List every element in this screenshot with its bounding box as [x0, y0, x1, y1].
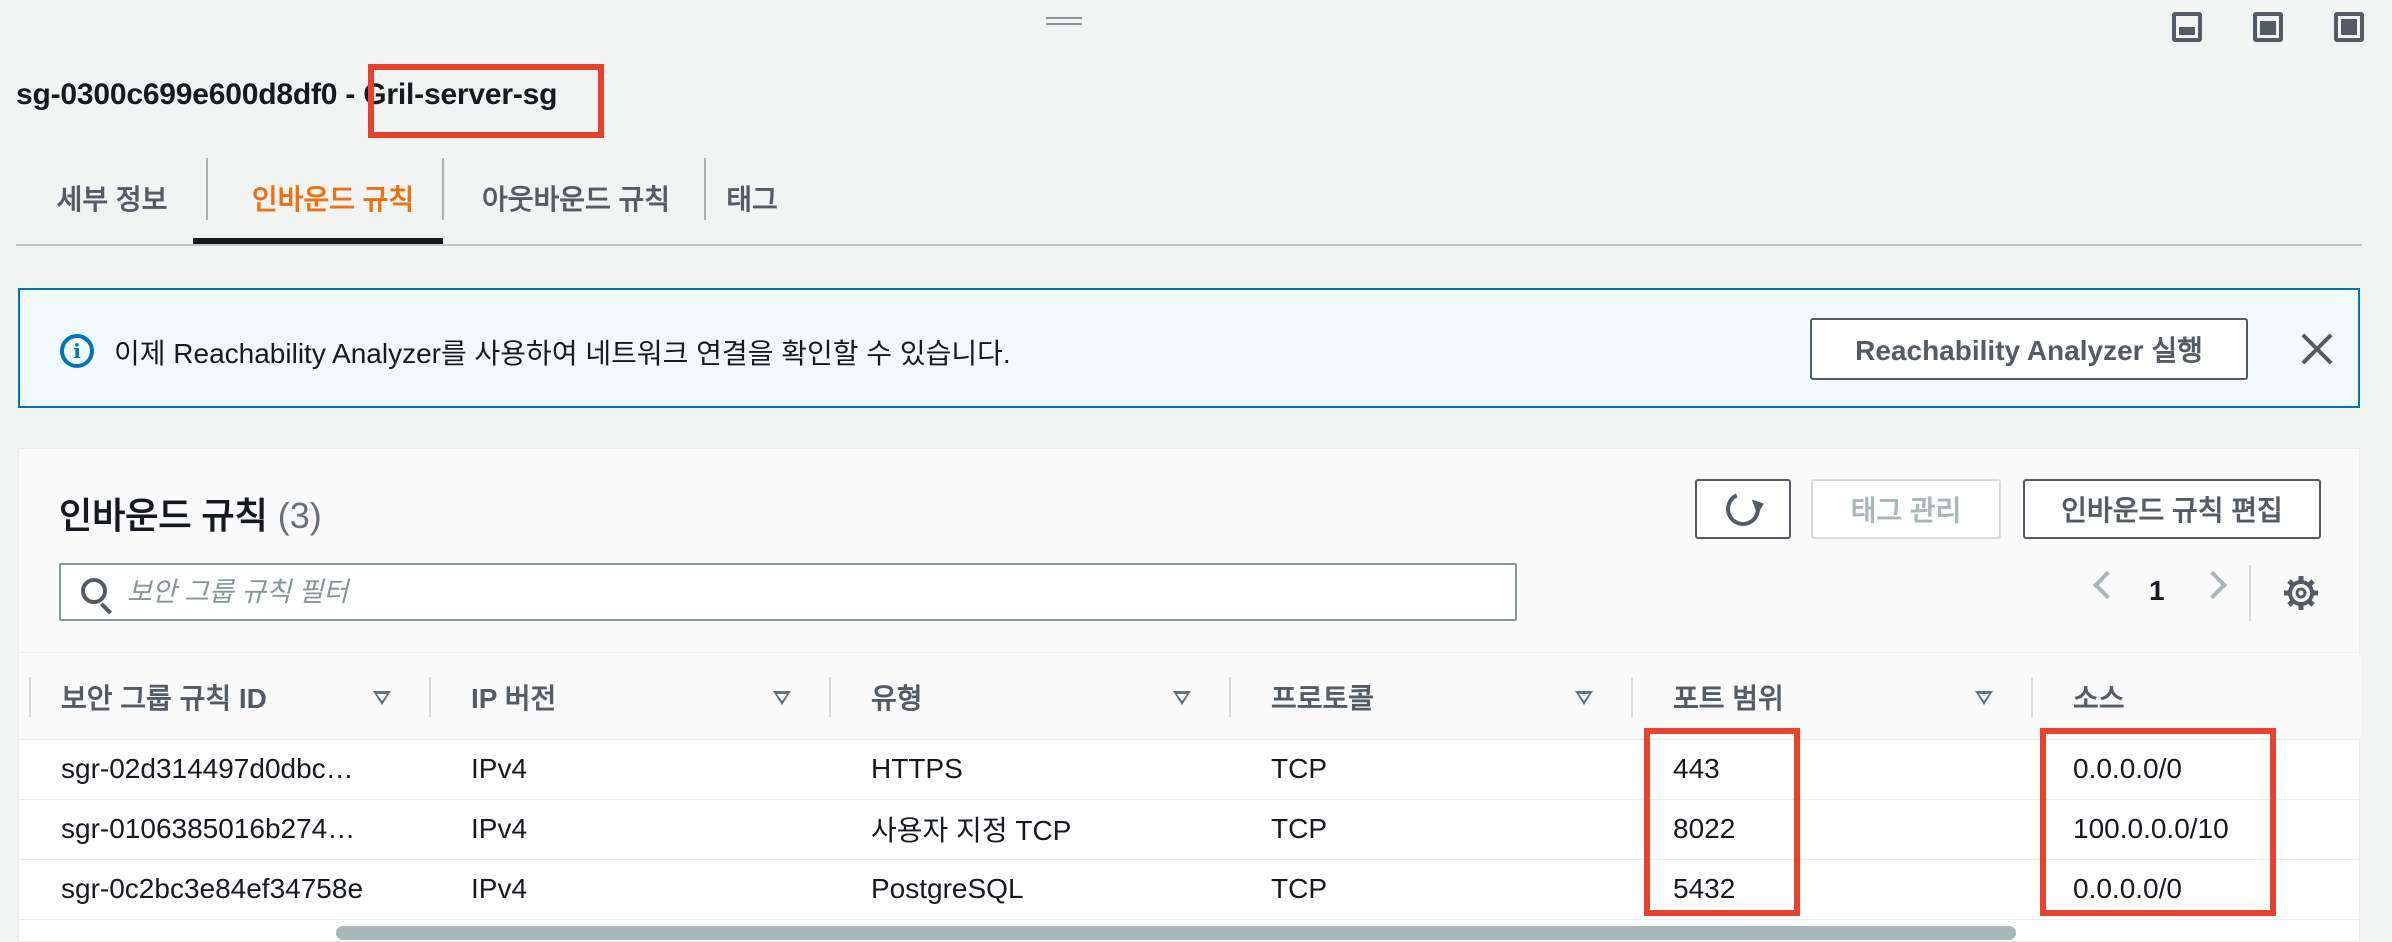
inbound-rules-table: 보안 그룹 규칙 ID IP 버전 유형 프로토콜 포트 범위 소스 sgr-0…: [19, 655, 2361, 920]
flash-message: 이제 Reachability Analyzer를 사용하여 네트워크 연결을 …: [114, 338, 1011, 369]
info-icon: i: [60, 334, 94, 368]
container-header: 인바운드 규칙 (3) 태그 관리 인바운드 규칙 편집 1: [19, 449, 2359, 653]
sort-icon[interactable]: [373, 691, 391, 705]
protocol-cell: TCP: [1229, 859, 1631, 920]
tab-inbound-rules[interactable]: 인바운드 규칙: [208, 150, 458, 246]
rules-title-text: 인바운드 규칙: [59, 495, 268, 536]
panel-full-icon[interactable]: [2334, 12, 2364, 42]
table-row[interactable]: sgr-02d314497d0dbc… IPv4 HTTPS TCP 443 0…: [19, 739, 2361, 800]
close-icon[interactable]: [2300, 332, 2334, 366]
column-header-port-range[interactable]: 포트 범위: [1631, 655, 2031, 740]
type-cell: HTTPS: [829, 739, 1229, 800]
refresh-button[interactable]: [1695, 479, 1791, 539]
protocol-cell: TCP: [1229, 739, 1631, 800]
ip-version-cell: IPv4: [429, 739, 829, 800]
tab-details[interactable]: 세부 정보: [16, 150, 208, 246]
rule-id-cell: sgr-02d314497d0dbc…: [19, 739, 429, 800]
gear-icon[interactable]: [2283, 575, 2319, 611]
search-icon: [81, 578, 107, 604]
pager-divider: [2249, 565, 2251, 621]
type-cell: PostgreSQL: [829, 859, 1229, 920]
active-tab-indicator: [193, 238, 443, 244]
rule-id-cell: sgr-0c2bc3e84ef34758e: [19, 859, 429, 920]
panel-layout-controls: [2172, 12, 2392, 42]
edit-inbound-rules-button[interactable]: 인바운드 규칙 편집: [2023, 479, 2321, 539]
column-header-ip-version[interactable]: IP 버전: [429, 655, 829, 740]
chevron-right-icon[interactable]: [2198, 570, 2228, 600]
protocol-cell: TCP: [1229, 799, 1631, 860]
page-number[interactable]: 1: [2149, 575, 2165, 607]
tab-bar: 세부 정보 인바운드 규칙 아웃바운드 규칙 태그: [16, 150, 2362, 246]
refresh-icon: [1721, 487, 1765, 531]
column-header-source[interactable]: 소스: [2031, 655, 2361, 740]
panel-half-icon[interactable]: [2253, 12, 2283, 42]
rule-id-cell: sgr-0106385016b274…: [19, 799, 429, 860]
run-reachability-analyzer-button[interactable]: Reachability Analyzer 실행: [1810, 318, 2248, 380]
sort-icon[interactable]: [1575, 691, 1593, 705]
rules-title: 인바운드 규칙 (3): [59, 487, 322, 539]
inbound-rules-container: 인바운드 규칙 (3) 태그 관리 인바운드 규칙 편집 1: [18, 448, 2361, 942]
manage-tags-button[interactable]: 태그 관리: [1811, 479, 2001, 539]
table-row[interactable]: sgr-0106385016b274… IPv4 사용자 지정 TCP TCP …: [19, 799, 2361, 860]
type-cell: 사용자 지정 TCP: [829, 799, 1229, 860]
info-flashbar: i 이제 Reachability Analyzer를 사용하여 네트워크 연결…: [18, 288, 2360, 408]
sort-icon[interactable]: [1975, 691, 1993, 705]
ip-version-cell: IPv4: [429, 799, 829, 860]
tab-tags[interactable]: 태그: [706, 150, 798, 246]
column-header-protocol[interactable]: 프로토콜: [1229, 655, 1631, 740]
highlight-box-sg-name: [368, 64, 604, 138]
column-header-rule-id[interactable]: 보안 그룹 규칙 ID: [19, 655, 429, 740]
panel-bottom-icon[interactable]: [2172, 12, 2202, 42]
highlight-box-source: [2040, 728, 2276, 916]
table-header-row: 보안 그룹 규칙 ID IP 버전 유형 프로토콜 포트 범위 소스: [19, 655, 2361, 740]
horizontal-scrollbar[interactable]: [336, 926, 2016, 940]
security-group-id: sg-0300c699e600d8df0 -: [16, 78, 356, 111]
sort-icon[interactable]: [773, 691, 791, 705]
search-field[interactable]: [59, 563, 1517, 621]
ip-version-cell: IPv4: [429, 859, 829, 920]
highlight-box-port-range: [1644, 728, 1800, 916]
chevron-left-icon[interactable]: [2092, 570, 2122, 600]
search-input[interactable]: [127, 565, 1487, 619]
rules-count: (3): [277, 495, 322, 536]
panel-resize-handle[interactable]: [1046, 16, 1082, 26]
tab-outbound-rules[interactable]: 아웃바운드 규칙: [444, 150, 708, 246]
sort-icon[interactable]: [1173, 691, 1191, 705]
column-header-type[interactable]: 유형: [829, 655, 1229, 740]
table-row[interactable]: sgr-0c2bc3e84ef34758e IPv4 PostgreSQL TC…: [19, 859, 2361, 920]
